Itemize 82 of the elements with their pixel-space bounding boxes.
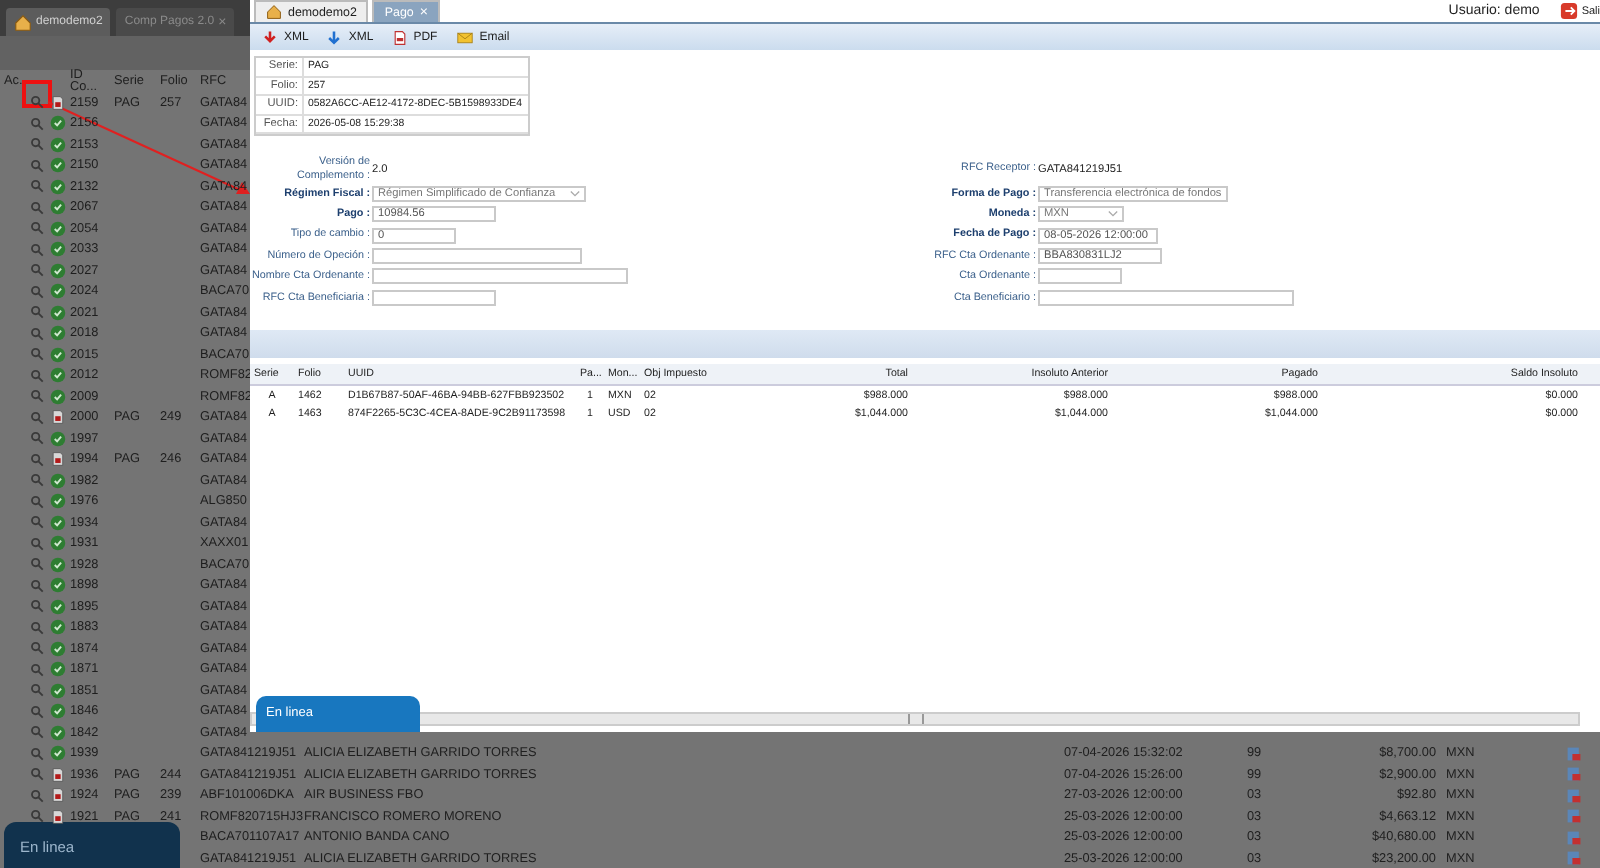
document-icon[interactable] [50,450,66,469]
input-field[interactable] [1038,289,1294,306]
search-icon[interactable] [30,472,45,489]
search-icon[interactable] [30,304,45,321]
search-icon[interactable] [30,220,45,237]
search-icon[interactable] [30,178,45,195]
search-icon[interactable] [30,241,45,258]
search-icon[interactable] [30,430,45,447]
highlight-frame [22,80,52,108]
search-icon[interactable] [30,724,45,741]
check-circle-icon[interactable] [50,429,66,448]
input-field[interactable] [1038,268,1122,285]
check-circle-icon[interactable] [50,135,66,154]
home-icon [14,13,32,31]
search-icon[interactable] [30,661,45,678]
search-icon[interactable] [30,283,45,300]
check-circle-icon[interactable] [50,471,66,490]
input-field[interactable] [372,289,496,306]
search-icon[interactable] [30,451,45,468]
document-icon[interactable] [50,765,66,784]
search-icon[interactable] [30,703,45,720]
check-circle-icon[interactable] [50,303,66,322]
home-icon [266,4,282,20]
check-circle-icon[interactable] [50,114,66,133]
search-icon[interactable] [30,598,45,615]
search-icon[interactable] [30,262,45,279]
check-circle-icon[interactable] [50,660,66,679]
input-field[interactable] [372,248,582,265]
check-circle-icon[interactable] [50,723,66,742]
search-icon[interactable] [30,745,45,762]
check-circle-icon[interactable] [50,702,66,721]
download-icon [262,29,278,45]
search-icon[interactable] [30,514,45,531]
search-icon[interactable] [30,535,45,552]
check-circle-icon[interactable] [50,282,66,301]
search-icon[interactable] [30,136,45,153]
search-icon[interactable] [30,409,45,426]
search-icon[interactable] [30,157,45,174]
pdf-icon [391,29,408,45]
search-icon[interactable] [30,682,45,699]
document-icon[interactable] [50,807,66,826]
check-circle-icon[interactable] [50,681,66,700]
caret-icon [1108,210,1118,219]
check-circle-icon[interactable] [50,492,66,511]
search-icon[interactable] [30,367,45,384]
search-icon[interactable] [30,577,45,594]
search-icon[interactable] [30,199,45,216]
check-circle-icon[interactable] [50,555,66,574]
search-icon[interactable] [30,556,45,573]
check-circle-icon[interactable] [50,177,66,196]
check-circle-icon[interactable] [50,345,66,364]
document-icon[interactable] [50,93,66,112]
search-icon[interactable] [30,94,45,111]
document-icon[interactable] [50,408,66,427]
check-circle-icon[interactable] [50,597,66,616]
check-circle-icon[interactable] [50,261,66,280]
check-circle-icon[interactable] [50,534,66,553]
caret-icon [570,189,580,198]
search-icon[interactable] [30,493,45,510]
search-icon[interactable] [30,388,45,405]
check-circle-icon[interactable] [50,366,66,385]
check-circle-icon[interactable] [50,324,66,343]
check-circle-icon[interactable] [50,387,66,406]
search-icon[interactable] [30,640,45,657]
document-icon[interactable] [50,786,66,805]
search-icon[interactable] [30,619,45,636]
check-circle-icon[interactable] [50,618,66,637]
check-circle-icon[interactable] [50,744,66,763]
check-circle-icon[interactable] [50,198,66,217]
search-icon[interactable] [30,346,45,363]
check-circle-icon[interactable] [50,576,66,595]
input-field[interactable] [372,268,628,285]
download-icon [326,29,343,45]
search-icon[interactable] [30,115,45,132]
check-circle-icon[interactable] [50,240,66,259]
check-circle-icon[interactable] [50,156,66,175]
check-circle-icon[interactable] [50,219,66,238]
search-icon[interactable] [30,325,45,342]
check-circle-icon[interactable] [50,639,66,658]
envelope-icon [455,29,474,45]
check-circle-icon[interactable] [50,513,66,532]
search-icon[interactable] [30,766,45,783]
